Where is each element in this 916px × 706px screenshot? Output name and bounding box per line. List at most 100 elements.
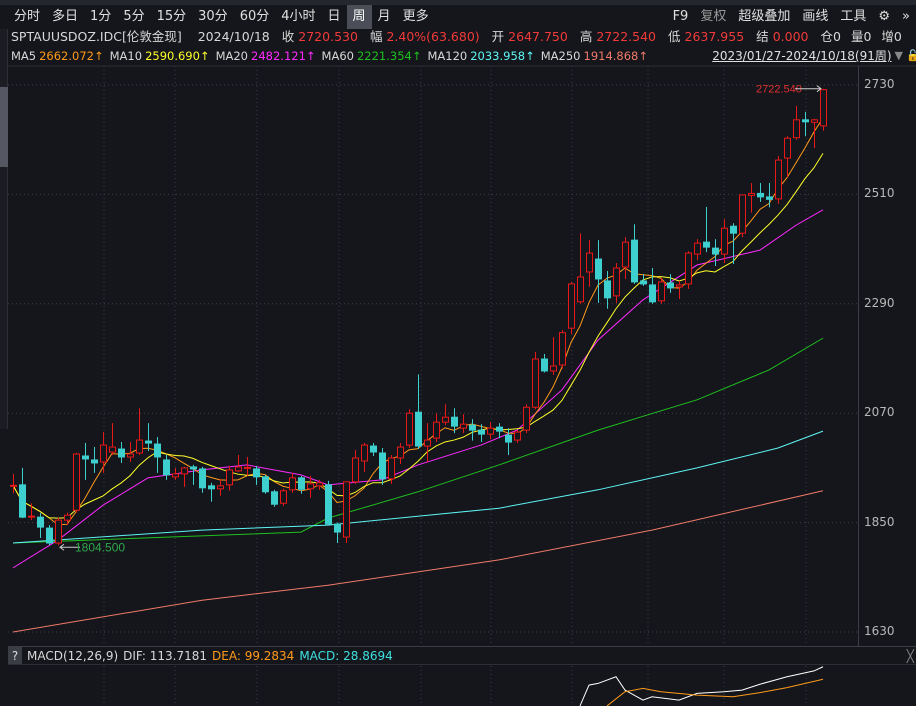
price-tick: 2730 (864, 77, 895, 91)
candle[interactable] (802, 111, 809, 137)
candle[interactable] (271, 489, 278, 507)
macd-help-button[interactable]: ? (8, 647, 22, 664)
candle[interactable] (433, 413, 440, 443)
candle[interactable] (109, 423, 116, 455)
candle-body (19, 484, 26, 518)
candle[interactable] (514, 430, 521, 444)
candle-body (469, 424, 476, 431)
candle[interactable] (496, 423, 503, 439)
candle[interactable] (289, 472, 296, 493)
candle[interactable] (667, 273, 674, 293)
candle[interactable] (631, 224, 638, 284)
price-tick: 2070 (864, 405, 895, 420)
candle-body (577, 276, 584, 303)
candle-body (289, 477, 296, 491)
candle[interactable] (658, 277, 665, 304)
candle[interactable] (235, 454, 242, 472)
candle[interactable] (523, 404, 530, 434)
candle[interactable] (613, 263, 620, 303)
candle[interactable] (226, 465, 233, 491)
candle[interactable] (361, 443, 368, 472)
candle[interactable] (604, 270, 611, 309)
candle[interactable] (739, 194, 746, 238)
candle[interactable] (469, 419, 476, 441)
candle-body (586, 252, 593, 273)
close-icon[interactable]: ╳ (907, 647, 916, 664)
candle[interactable] (559, 330, 566, 369)
candle-body (703, 241, 710, 248)
candle[interactable] (91, 447, 98, 473)
candle[interactable] (208, 482, 215, 502)
candle-body (613, 267, 620, 297)
candle[interactable] (586, 240, 593, 287)
candle[interactable] (37, 513, 44, 539)
candle[interactable] (334, 522, 341, 544)
candle[interactable] (397, 443, 404, 464)
candle[interactable] (181, 466, 188, 487)
macd-dea: DEA: 99.2834 (212, 649, 295, 663)
candle[interactable] (577, 233, 584, 304)
candle[interactable] (253, 465, 260, 485)
candle[interactable] (811, 118, 818, 149)
candle[interactable] (568, 281, 575, 335)
candle[interactable] (46, 525, 53, 546)
candle[interactable] (703, 206, 710, 253)
candle[interactable] (370, 443, 377, 456)
candle[interactable] (595, 240, 602, 303)
candle[interactable] (280, 488, 287, 506)
candle[interactable] (757, 182, 764, 202)
candle[interactable] (820, 88, 827, 131)
candle[interactable] (694, 239, 701, 261)
candle[interactable] (343, 481, 350, 544)
candle[interactable] (748, 182, 755, 213)
candle[interactable] (415, 374, 422, 450)
candle[interactable] (163, 454, 170, 480)
candle[interactable] (649, 268, 656, 304)
candle-body (622, 241, 629, 268)
candle[interactable] (199, 466, 206, 493)
candle[interactable] (73, 453, 80, 513)
candle[interactable] (379, 448, 386, 485)
candle[interactable] (532, 352, 539, 410)
candle[interactable] (118, 442, 125, 463)
candle[interactable] (172, 467, 179, 480)
candle[interactable] (784, 136, 791, 178)
candle[interactable] (424, 423, 431, 462)
candle[interactable] (145, 423, 152, 452)
candle[interactable] (712, 239, 719, 267)
candle[interactable] (721, 219, 728, 264)
candle-body (388, 457, 395, 480)
candle[interactable] (775, 156, 782, 204)
candle-body (694, 242, 701, 255)
candle[interactable] (676, 280, 683, 299)
candle[interactable] (325, 480, 332, 526)
candle[interactable] (352, 450, 359, 484)
candle[interactable] (460, 414, 467, 434)
candle[interactable] (154, 437, 161, 473)
candle[interactable] (487, 422, 494, 440)
candle-body (10, 484, 17, 487)
candle[interactable] (406, 409, 413, 449)
candle[interactable] (793, 105, 800, 140)
candle[interactable] (550, 337, 557, 375)
candle[interactable] (190, 464, 197, 485)
candle[interactable] (244, 456, 251, 476)
candle[interactable] (19, 467, 26, 519)
price-tick: 2510 (864, 186, 895, 201)
candle[interactable] (622, 237, 629, 279)
candle[interactable] (541, 354, 548, 373)
candle[interactable] (136, 408, 143, 455)
candle[interactable] (82, 443, 89, 480)
candle[interactable] (388, 454, 395, 484)
candle[interactable] (640, 273, 647, 286)
candle[interactable] (766, 182, 773, 208)
candle[interactable] (55, 517, 62, 546)
candle[interactable] (100, 432, 107, 473)
candle[interactable] (217, 478, 224, 496)
candle[interactable] (64, 512, 71, 526)
candle[interactable] (262, 474, 269, 494)
candle[interactable] (298, 475, 305, 494)
candle[interactable] (442, 404, 449, 426)
candle[interactable] (685, 251, 692, 289)
kline-chart[interactable]: 2722.540 1804.500 (0, 0, 916, 706)
